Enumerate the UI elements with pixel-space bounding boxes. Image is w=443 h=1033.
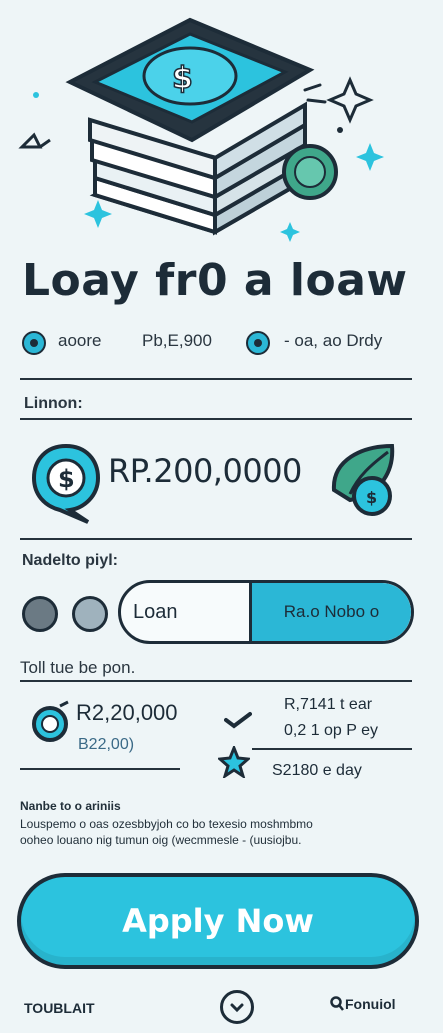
loan-amount-value[interactable]: RP.200,0000 [108,452,302,490]
rate-radio-right[interactable] [246,331,270,355]
stat-period: 0,2 1 op P ey [284,722,378,739]
divider [20,378,412,380]
total-label: Toll tue be pon. [20,658,136,677]
chevron-down-icon [230,1003,244,1013]
hero-illustration: $ [18,17,384,242]
star-icon [218,746,250,778]
money-leaf-icon: $ [331,443,395,516]
fine-print-heading: Nanbe to o ariniis [20,799,121,813]
fine-print-line-1: Louspemo o oas ozesbbyjoh co bo texesio … [20,817,313,831]
footer-right-link[interactable]: Fonuiol [345,996,396,1012]
rate-left-label: aoore [58,331,102,350]
purpose-label: Nadelto piyl: [22,552,119,569]
check-icon [224,712,252,729]
divider [20,538,412,540]
total-sub-amount: B22,00) [78,736,135,753]
divider [20,768,180,770]
option-icon-a[interactable] [22,596,58,632]
search-icon [330,996,344,1011]
stat-day: S2180 e day [272,762,362,779]
divider [20,680,412,682]
rate-left-value: Pb,E,900 [142,331,212,350]
svg-text:$: $ [58,465,75,493]
divider [20,418,412,420]
amount-label: Linnon: [24,395,83,412]
loan-type-toggle[interactable]: Loan Ra.o Nobo o [118,580,414,644]
option-icon-b[interactable] [72,596,108,632]
rate-right-value: - oa, ao Drdy [284,331,383,350]
coin-icon [32,700,69,742]
svg-text:$: $ [366,488,377,507]
divider [252,748,412,750]
home-icon[interactable] [220,990,254,1024]
apply-now-button[interactable]: Apply Now [17,873,419,969]
toggle-loan[interactable]: Loan [121,583,249,641]
stat-year: R,7141 t ear [284,696,373,713]
rates-row: aoore Pb,E,900 - oa, ao Drdy [22,328,422,358]
fine-print-line-2: ooheo louano nig tumun oig (wecmmesle - … [20,833,302,847]
page-title: Loay fr0 a loaw [22,255,408,306]
toggle-other[interactable]: Ra.o Nobo o [249,583,411,641]
footer-left-link[interactable]: TOUBLAIT [24,1000,95,1016]
dollar-icon: $ [31,443,101,524]
svg-text:$: $ [172,61,193,96]
total-amount: R2,20,000 [76,700,178,725]
rate-radio-left[interactable] [22,331,46,355]
